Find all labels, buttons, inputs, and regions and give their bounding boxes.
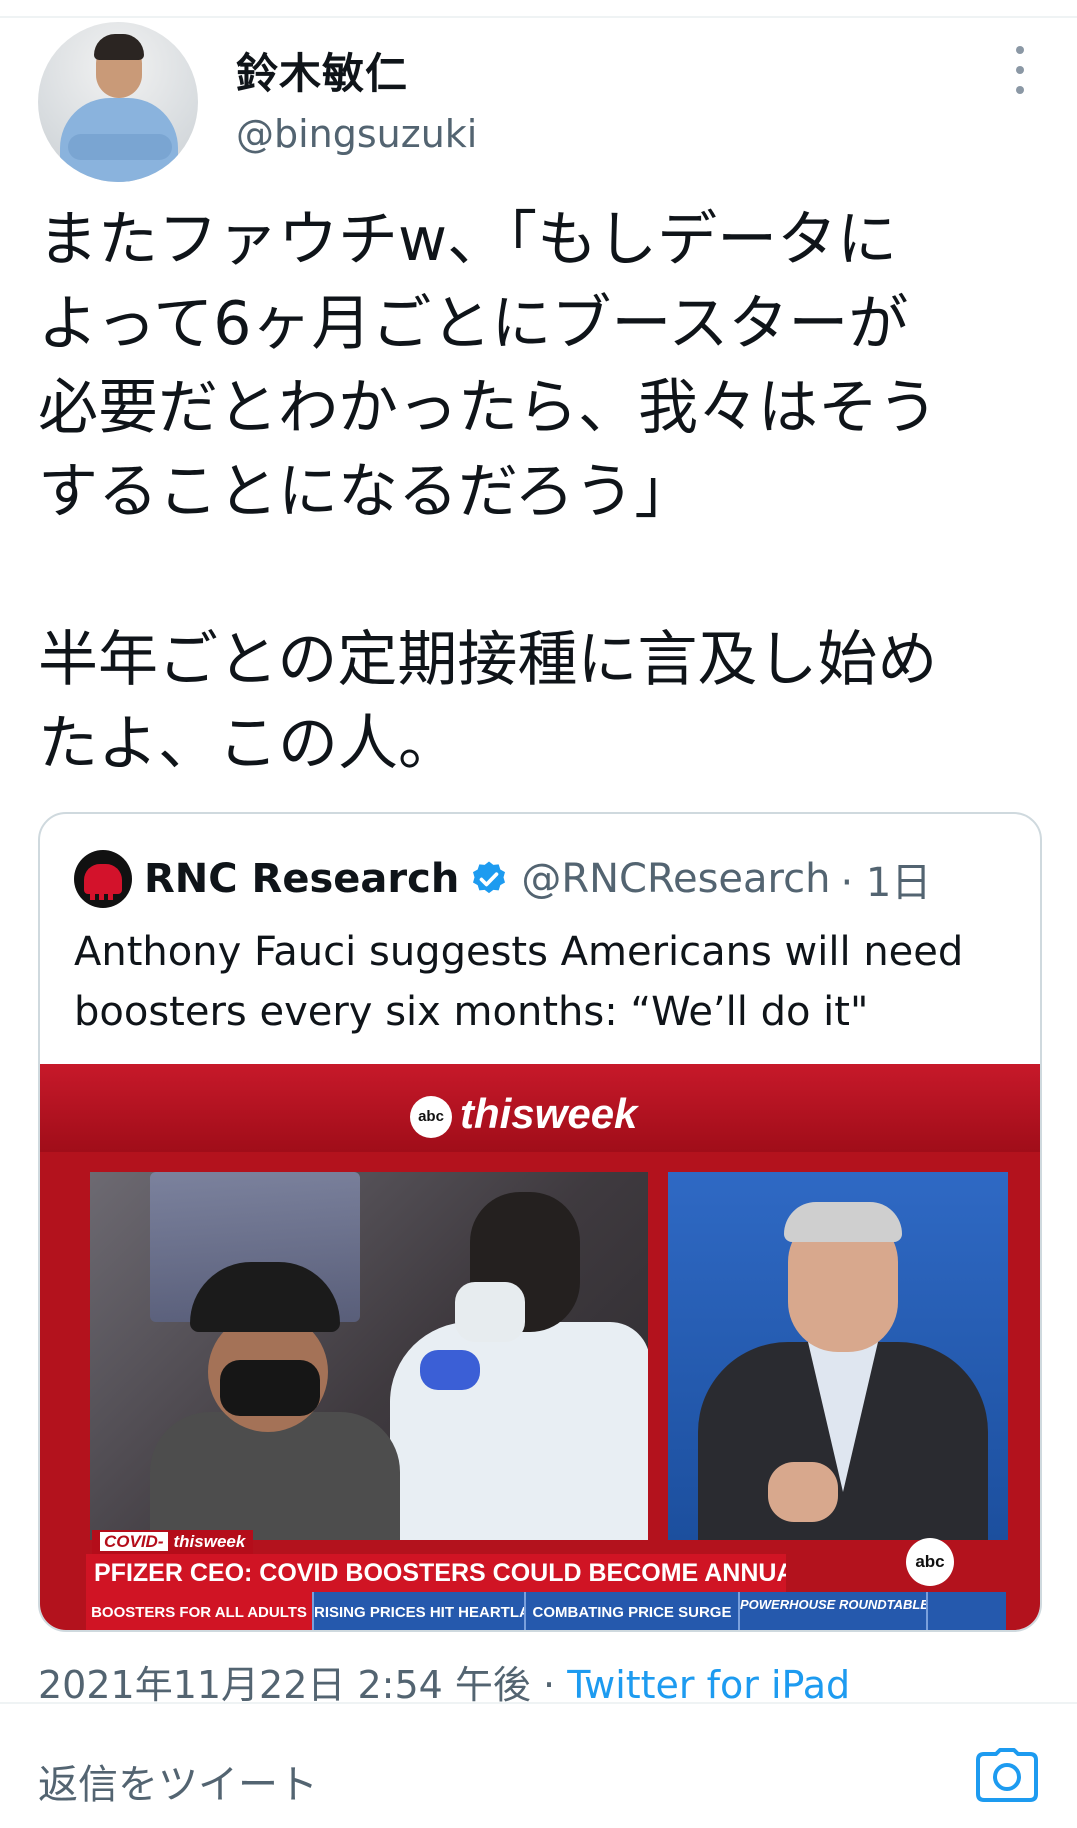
tweet-line: 半年ごとの定期接種に言及し始め (38, 625, 938, 695)
timestamp[interactable]: 2021年11月22日 2:54 午後 (38, 1663, 531, 1707)
tweet-meta: 2021年11月22日 2:54 午後 · Twitter for iPad (38, 1654, 850, 1709)
author-avatar[interactable] (38, 22, 198, 182)
tweet-line: たよ、この人。 (38, 709, 458, 779)
top-divider (0, 16, 1077, 18)
show-title: thisweek (460, 1090, 638, 1137)
abc-corner-logo: abc (906, 1538, 954, 1586)
quote-author-name: RNC Research (144, 856, 460, 902)
vaccination-scene (90, 1172, 648, 1540)
rnc-elephant-avatar (74, 850, 132, 908)
source-link[interactable]: Twitter for iPad (567, 1663, 850, 1707)
reply-input[interactable]: 返信をツイート (38, 1752, 318, 1810)
ticker-tag-key: COVID- (100, 1532, 168, 1551)
verified-icon (473, 861, 506, 894)
ticker-tag-show: thisweek (173, 1532, 246, 1551)
quote-author-handle: @RNCResearch (521, 856, 831, 902)
ticker-tag: COVID-thisweek (92, 1530, 254, 1554)
tweet-line: またファウチw、「もしデータに (38, 205, 898, 275)
abc-logo: abc (410, 1096, 452, 1138)
tweet-line: 必要だとわかったら、我々はそう (38, 373, 938, 443)
video-thumbnail[interactable]: abc thisweek COVID-thisweek PFIZER CEO: … (40, 1064, 1040, 1630)
camera-icon[interactable] (976, 1748, 1038, 1802)
quote-time: · 1日 (840, 860, 932, 906)
lower-third-item: RISING PRICES HIT HEARTLAND (314, 1592, 526, 1630)
news-headline: PFIZER CEO: COVID BOOSTERS COULD BECOME … (86, 1554, 786, 1592)
lower-third-item: POWERHOUSE ROUNDTABLE (740, 1592, 928, 1630)
author-name[interactable]: 鈴木敏仁 (236, 40, 408, 101)
tweet-line: することになるだろう」 (38, 457, 695, 527)
tweet-line: よって6ヶ月ごとにブースターが (38, 289, 909, 359)
more-icon[interactable] (1010, 46, 1030, 94)
lower-third-item: COMBATING PRICE SURGE (526, 1592, 740, 1630)
interview-scene (668, 1172, 1008, 1540)
tweet-text: またファウチw、「もしデータに よって6ヶ月ごとにブースターが 必要だとわかった… (38, 198, 1048, 786)
quote-text: Anthony Fauci suggests Americans will ne… (74, 929, 964, 1035)
lower-third: BOOSTERS FOR ALL ADULTS RISING PRICES HI… (86, 1592, 1006, 1630)
quote-tweet-card[interactable]: RNC Research @RNCResearch · 1日 Anthony F… (38, 812, 1042, 1632)
quote-header: RNC Research @RNCResearch · 1日 (74, 850, 931, 908)
bottom-divider (0, 1702, 1077, 1704)
meta-separator: · (543, 1663, 556, 1707)
lower-third-item: BOOSTERS FOR ALL ADULTS (86, 1592, 314, 1630)
author-handle[interactable]: @bingsuzuki (236, 112, 477, 156)
